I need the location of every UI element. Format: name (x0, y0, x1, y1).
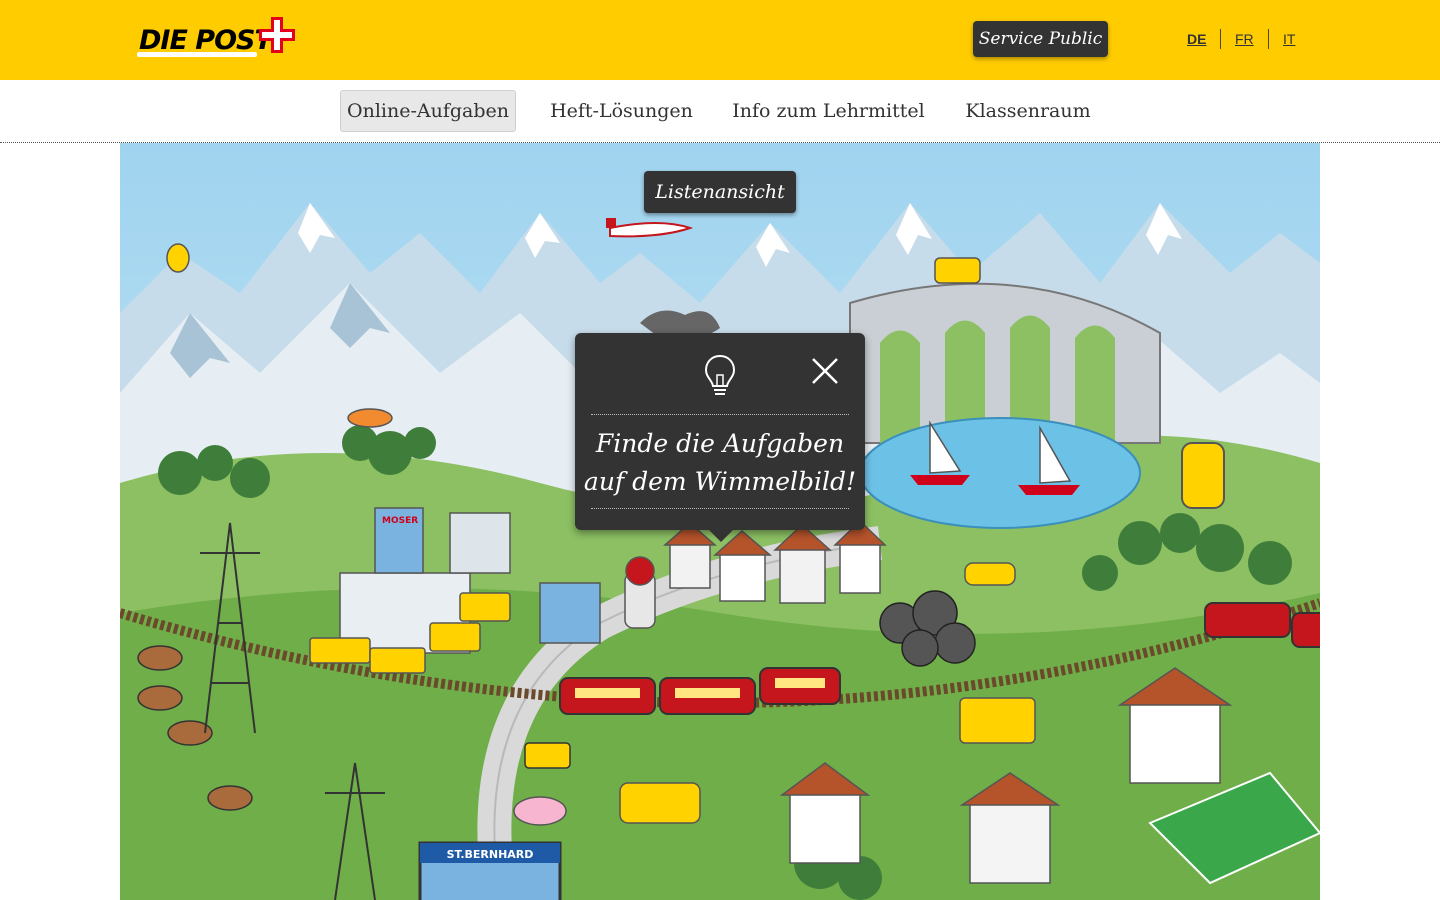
nav-klassenraum[interactable]: Klassenraum (955, 90, 1101, 132)
lang-de-link[interactable]: DE (1187, 31, 1206, 47)
lang-divider (1268, 29, 1269, 49)
service-public-button[interactable]: Service Public (973, 21, 1108, 57)
lang-fr-link[interactable]: FR (1235, 31, 1254, 47)
lightbulb-icon (704, 354, 736, 395)
popup-divider (591, 508, 849, 509)
popup-pointer (709, 530, 733, 542)
popup-message: Finde die Aufgaben auf dem Wimmelbild! (575, 425, 865, 501)
billboard-text: ST.BERNHARD (447, 848, 534, 861)
building-sign-moser: MOSER (382, 516, 418, 526)
list-view-button[interactable]: Listenansicht (644, 171, 796, 213)
nav-online-aufgaben[interactable]: Online-Aufgaben (340, 90, 516, 132)
hint-popup: Finde die Aufgaben auf dem Wimmelbild! (575, 333, 865, 530)
lang-divider (1220, 29, 1221, 49)
popup-divider (591, 414, 849, 415)
close-icon[interactable] (809, 355, 841, 387)
nav-info-lehrmittel[interactable]: Info zum Lehrmittel (727, 90, 930, 132)
lang-it-link[interactable]: IT (1283, 31, 1295, 47)
swiss-cross-icon (259, 17, 295, 53)
header-bar: DIE POST Service Public DE FR IT (0, 0, 1440, 80)
logo-underline (137, 52, 257, 57)
popup-line-2: auf dem Wimmelbild! (583, 467, 857, 496)
main-nav: Online-Aufgaben Heft-Lösungen Info zum L… (0, 80, 1440, 143)
popup-line-1: Finde die Aufgaben (595, 429, 845, 458)
die-post-logo[interactable]: DIE POST (135, 15, 300, 61)
nav-heft-loesungen[interactable]: Heft-Lösungen (540, 90, 703, 132)
